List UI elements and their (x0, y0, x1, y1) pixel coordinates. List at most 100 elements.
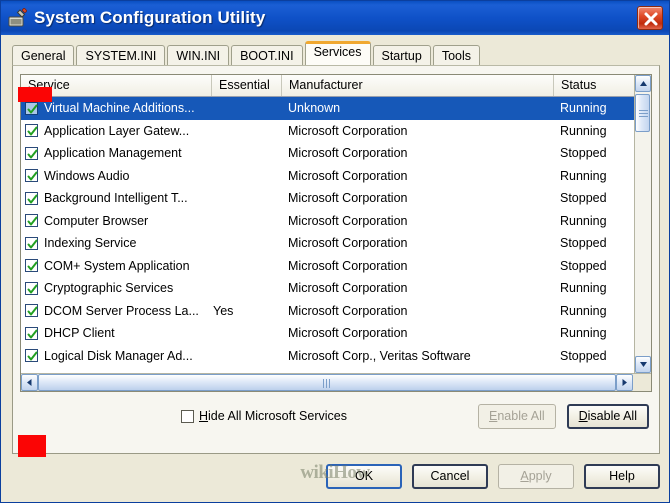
horizontal-scrollbar[interactable] (21, 373, 651, 391)
essential-cell (211, 142, 281, 164)
tab-boot-ini[interactable]: BOOT.INI (231, 45, 303, 66)
service-name: Computer Browser (44, 213, 149, 228)
services-list-header: Service Essential Manufacturer Status (21, 75, 634, 97)
column-header-essential[interactable]: Essential (211, 75, 281, 96)
service-name: Application Layer Gatew... (44, 123, 190, 138)
close-icon[interactable] (637, 6, 663, 30)
service-checkbox[interactable] (25, 259, 38, 273)
tab-win-ini[interactable]: WIN.INI (167, 45, 230, 66)
service-cell: DHCP Client (21, 322, 211, 344)
column-header-manufacturer[interactable]: Manufacturer (281, 75, 553, 96)
service-checkbox[interactable] (25, 214, 38, 228)
annotation-marker-top (18, 87, 52, 102)
tab-label: BOOT.INI (240, 49, 294, 63)
service-name: DCOM Server Process La... (44, 303, 199, 318)
table-row[interactable]: Background Intelligent T... Microsoft Cor… (21, 187, 634, 210)
scroll-up-icon[interactable] (635, 75, 651, 92)
essential-cell (211, 322, 281, 344)
service-name: COM+ System Application (44, 258, 190, 273)
service-name: Virtual Machine Additions... (44, 101, 195, 116)
service-cell: Indexing Service (21, 232, 211, 254)
disable-all-button[interactable]: Disable All (566, 403, 649, 429)
ok-button[interactable]: OK (326, 463, 402, 489)
essential-cell (211, 97, 281, 119)
manufacturer-cell: Microsoft Corporation (288, 168, 408, 183)
essential-cell (211, 120, 281, 142)
table-row[interactable]: Virtual Machine Additions... Unknown Runni… (21, 97, 634, 120)
horizontal-scroll-thumb[interactable] (38, 374, 616, 391)
status-cell: Running (560, 101, 607, 116)
manufacturer-cell: Microsoft Corporation (288, 326, 408, 341)
service-checkbox[interactable] (25, 281, 38, 295)
table-row[interactable]: COM+ System Application Microsoft Corpora… (21, 255, 634, 278)
tab-label: Tools (441, 49, 471, 63)
service-cell: Logical Disk Manager Ad... (21, 345, 211, 367)
tab-tools[interactable]: Tools (432, 45, 480, 66)
status-cell: Running (560, 303, 607, 318)
table-row[interactable]: DHCP Client Microsoft Corporation Running (21, 322, 634, 345)
essential-cell (211, 187, 281, 209)
cancel-label: Cancel (430, 469, 470, 483)
service-checkbox[interactable] (25, 101, 38, 115)
manufacturer-cell: Microsoft Corporation (288, 191, 408, 206)
manufacturer-cell: Microsoft Corporation (288, 123, 408, 138)
service-checkbox[interactable] (25, 236, 38, 250)
tab-system-ini[interactable]: SYSTEM.INI (76, 45, 166, 66)
table-row[interactable]: Logical Disk Manager Ad... Microsoft Corp… (21, 345, 634, 368)
table-row[interactable]: Indexing Service Microsoft Corporation Sto… (21, 232, 634, 255)
service-checkbox[interactable] (25, 191, 38, 205)
service-name: Indexing Service (44, 236, 137, 251)
status-cell: Stopped (560, 258, 607, 273)
service-name: Background Intelligent T... (44, 191, 188, 206)
hide-microsoft-services-checkbox[interactable]: Hide All Microsoft Services (181, 409, 347, 423)
column-header-status[interactable]: Status (553, 75, 634, 96)
service-cell: Background Intelligent T... (21, 187, 211, 209)
table-row[interactable]: Windows Audio Microsoft Corporation Runnin… (21, 165, 634, 188)
tab-general[interactable]: General (12, 45, 75, 66)
table-row[interactable]: Cryptographic Services Microsoft Corporat… (21, 277, 634, 300)
scroll-left-icon[interactable] (21, 374, 38, 391)
scroll-right-icon[interactable] (616, 374, 633, 391)
msconfig-icon (8, 8, 28, 28)
services-list-body: Service Essential Manufacturer Status Vi… (21, 75, 651, 373)
service-checkbox[interactable] (25, 349, 38, 363)
table-row[interactable]: Application Layer Gatew... Microsoft Corp… (21, 120, 634, 143)
table-row[interactable]: Application Management Microsoft Corporat… (21, 142, 634, 165)
service-checkbox[interactable] (25, 146, 38, 160)
services-list-rows: Virtual Machine Additions... Unknown Runni… (21, 97, 634, 373)
ok-label: OK (354, 469, 374, 483)
scroll-down-icon[interactable] (635, 356, 651, 373)
checkbox-box[interactable] (181, 409, 194, 423)
horizontal-scroll-track[interactable] (38, 374, 616, 391)
service-name: Windows Audio (44, 168, 130, 183)
vertical-scrollbar[interactable] (634, 75, 651, 373)
hide-microsoft-services-label: Hide All Microsoft Services (199, 409, 347, 423)
essential-cell (211, 345, 281, 367)
table-row[interactable]: Computer Browser Microsoft Corporation Run… (21, 210, 634, 233)
status-cell: Stopped (560, 236, 607, 251)
vertical-scroll-thumb[interactable] (635, 94, 650, 132)
help-button[interactable]: Help (584, 463, 660, 489)
status-cell: Stopped (560, 146, 607, 161)
enable-all-button[interactable]: Enable All (478, 403, 556, 429)
service-cell: Cryptographic Services (21, 277, 211, 299)
service-checkbox[interactable] (25, 304, 38, 318)
tab-startup[interactable]: Startup (372, 45, 431, 66)
essential-cell: Yes (213, 303, 234, 318)
vertical-scroll-track[interactable] (635, 92, 651, 356)
service-checkbox[interactable] (25, 124, 38, 138)
apply-button[interactable]: Apply (498, 463, 574, 489)
dialog-button-bar: OK Cancel Apply Help wikiHow (1, 454, 669, 502)
system-configuration-window: System Configuration Utility General SYS… (0, 0, 670, 503)
service-cell: Application Layer Gatew... (21, 120, 211, 142)
status-cell: Running (560, 281, 607, 296)
essential-cell (211, 165, 281, 187)
tab-services[interactable]: Services (304, 41, 371, 65)
service-cell: Application Management (21, 142, 211, 164)
disable-all-label: Disable All (578, 409, 637, 423)
service-checkbox[interactable] (25, 169, 38, 183)
service-checkbox[interactable] (25, 326, 38, 340)
table-row[interactable]: DCOM Server Process La... Yes Microsoft Co… (21, 300, 634, 323)
cancel-button[interactable]: Cancel (412, 463, 488, 489)
enable-disable-buttons: Enable All Disable All (478, 403, 649, 429)
